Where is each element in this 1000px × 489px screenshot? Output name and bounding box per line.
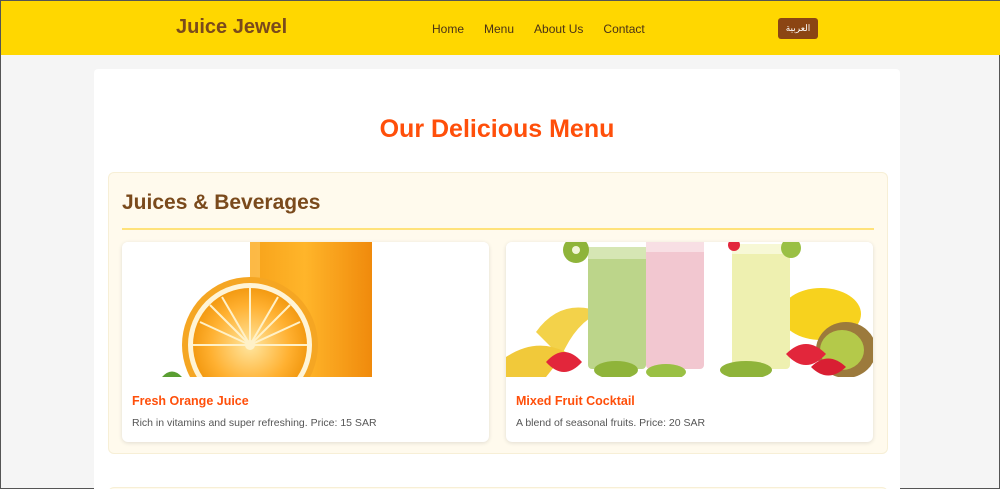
menu-container: Our Delicious Menu Juices & Beverages Fr… [94,69,900,489]
nav-menu-link[interactable]: Menu [484,22,514,36]
menu-card-orange-juice[interactable]: Fresh Orange Juice Rich in vitamins and … [122,242,489,442]
language-toggle-button[interactable]: العربية [778,18,818,39]
section-divider [122,228,874,230]
main-nav: Home Menu About Us Contact [432,22,645,36]
section-title: Juices & Beverages [122,191,321,214]
brand-logo[interactable]: Juice Jewel [176,16,287,39]
orange-juice-image [122,242,489,377]
nav-about-link[interactable]: About Us [534,22,583,36]
nav-home-link[interactable]: Home [432,22,464,36]
juices-section: Juices & Beverages Fresh Orange Juice Ri… [108,172,888,454]
page-title: Our Delicious Menu [379,115,615,143]
item-description: Rich in vitamins and super refreshing. P… [132,417,377,429]
site-header: Juice Jewel Home Menu About Us Contact ا… [1,1,1000,55]
item-name: Mixed Fruit Cocktail [516,394,635,408]
menu-card-mixed-fruit[interactable]: Mixed Fruit Cocktail A blend of seasonal… [506,242,873,442]
fruit-smoothies-image [506,242,873,377]
item-description: A blend of seasonal fruits. Price: 20 SA… [516,417,706,429]
nav-contact-link[interactable]: Contact [603,22,644,36]
item-name: Fresh Orange Juice [132,394,249,408]
